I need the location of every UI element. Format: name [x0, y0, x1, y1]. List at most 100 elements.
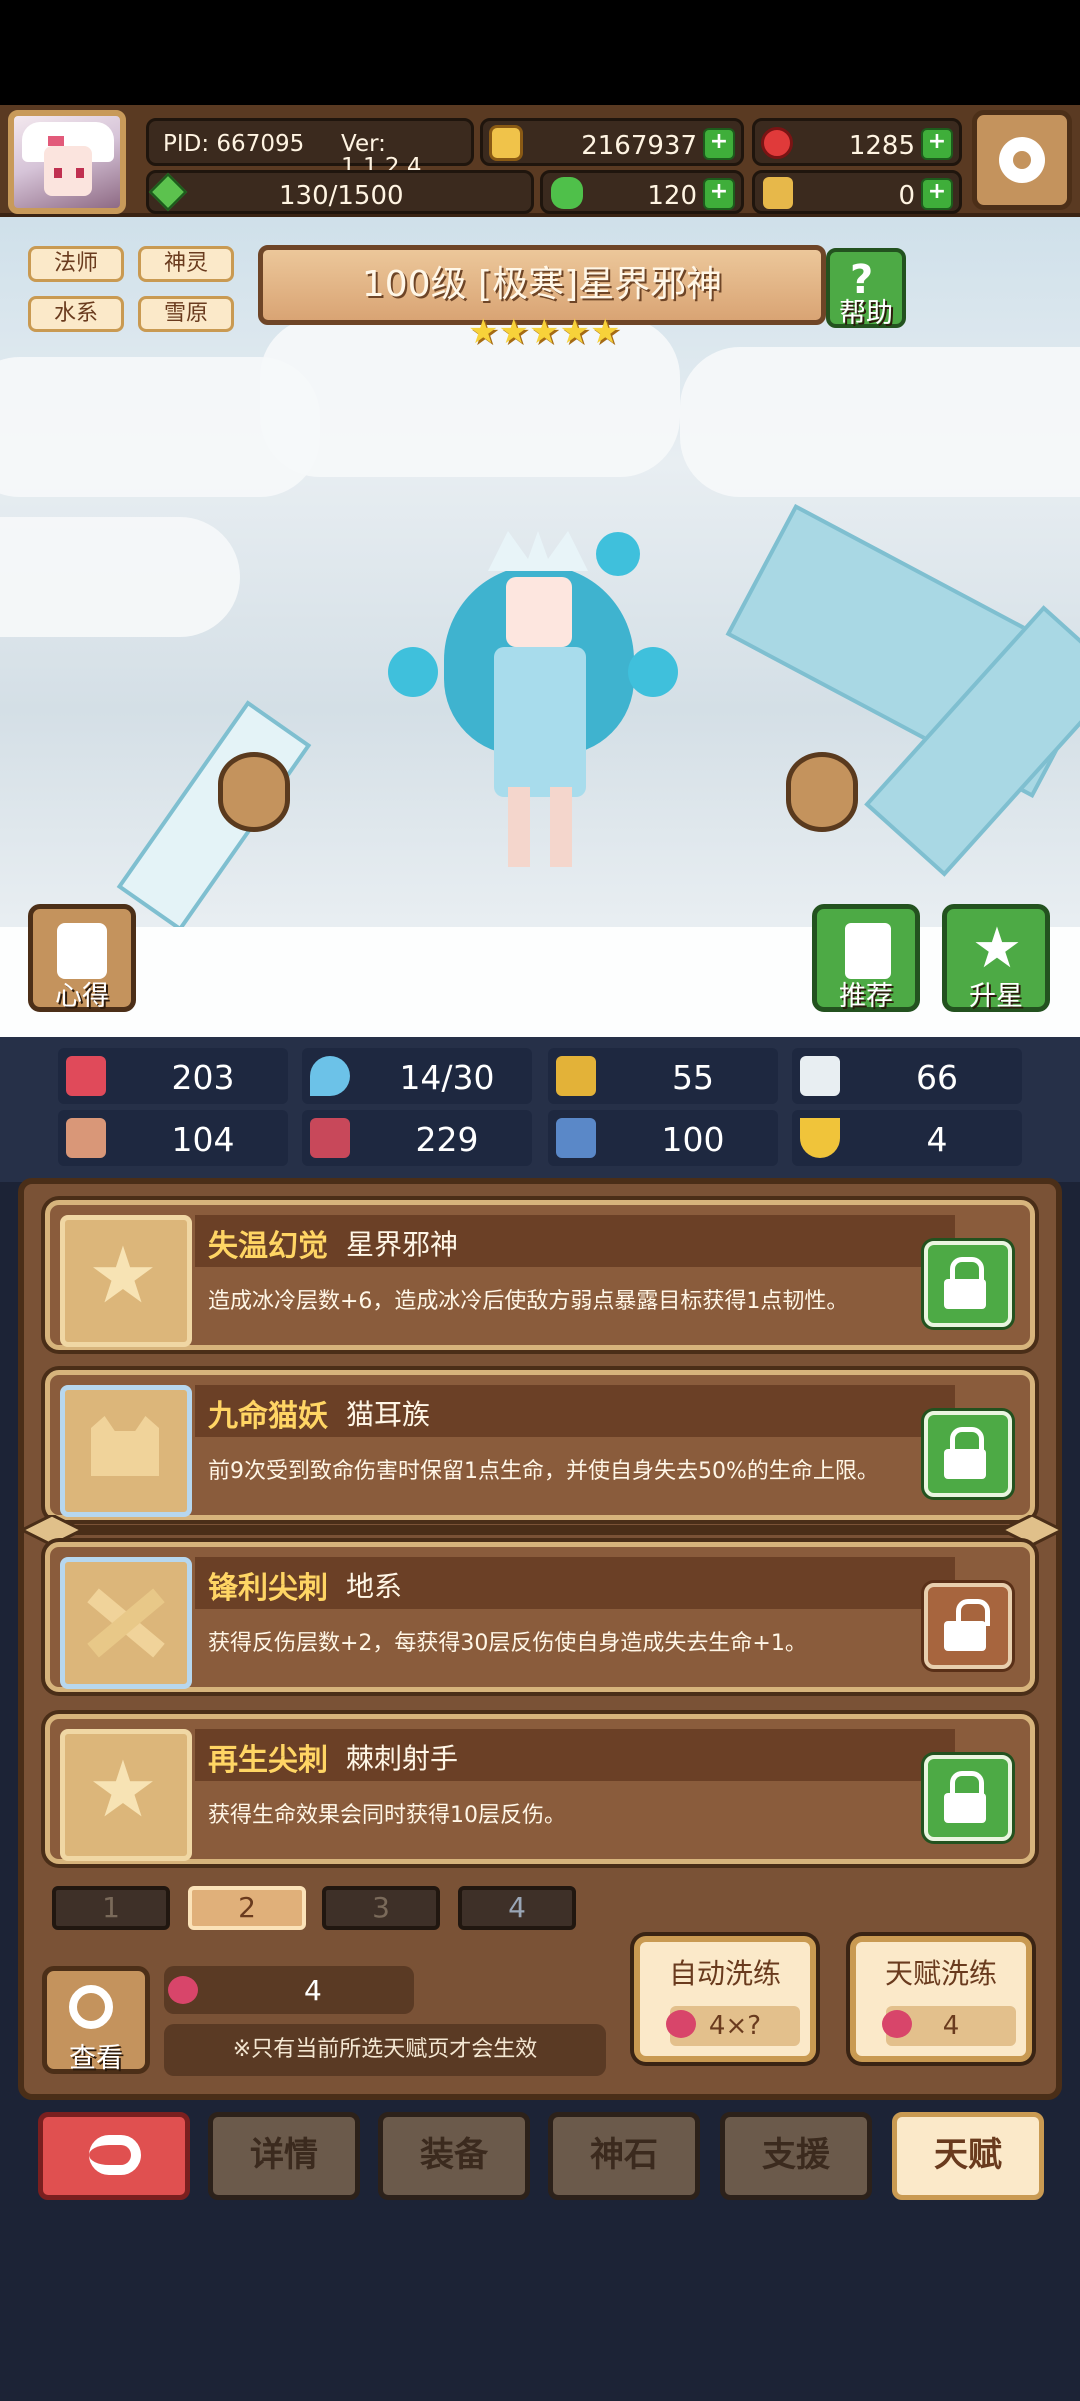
next-hero-arrow[interactable]: [786, 752, 858, 832]
token-panel: 0 +: [752, 170, 962, 214]
fruit-icon: [666, 2010, 696, 2038]
token-plus-button[interactable]: +: [921, 178, 953, 210]
talent-card-2[interactable]: 九命猫妖 猫耳族 前9次受到致命伤害时保留1点生命，并使自身失去50%的生命上限…: [45, 1370, 1035, 1520]
fruit-counter: 4: [164, 1966, 414, 2014]
settings-button[interactable]: [972, 110, 1072, 210]
player-avatar[interactable]: [8, 110, 126, 214]
nav-equipment[interactable]: 装备: [378, 2112, 530, 2200]
talent-desc: 前9次受到致命伤害时保留1点生命，并使自身失去50%的生命上限。: [208, 1459, 879, 1484]
nav-godstone[interactable]: 神石: [548, 2112, 700, 2200]
cat-icon: [60, 1385, 192, 1517]
talent-name: 失温幻觉: [208, 1229, 328, 1264]
talent-name: 再生尖刺: [208, 1743, 328, 1778]
gem-amount: 1285: [848, 131, 915, 161]
energy-icon: [148, 172, 188, 212]
clover-plus-button[interactable]: +: [703, 178, 735, 210]
fruit-icon: [168, 1976, 198, 2004]
star-icon: ★: [498, 312, 529, 352]
star-icon: ★: [559, 312, 590, 352]
page-divider: [22, 1515, 1062, 1545]
shield-icon: [556, 1056, 596, 1096]
heart-icon: [66, 1056, 106, 1096]
nav-support[interactable]: 支援: [720, 2112, 872, 2200]
talent-page-tab-2[interactable]: 2: [188, 1886, 306, 1930]
help-label: 帮助: [839, 298, 893, 329]
stat-magic: 229: [302, 1110, 532, 1166]
auto-wash-cost: 4×?: [708, 2011, 762, 2041]
wing-icon: [800, 1056, 840, 1096]
talent-race: 猫耳族: [346, 1398, 431, 1431]
recommend-button[interactable]: 推荐: [812, 904, 920, 1012]
pid-text: PID: 667095: [163, 131, 305, 157]
stat-mana: 14/30: [302, 1048, 532, 1104]
gem-panel: 1285 +: [752, 118, 962, 166]
star-icon: ★: [60, 1729, 192, 1861]
talent-desc: 获得反伤层数+2，每获得30层反伤使自身造成失去生命+1。: [208, 1631, 807, 1656]
gem-plus-button[interactable]: +: [921, 128, 953, 160]
talent-unlock-button[interactable]: [924, 1583, 1012, 1669]
gold-coin-icon: [489, 125, 523, 161]
nav-detail[interactable]: 详情: [208, 2112, 360, 2200]
auto-wash-title: 自动洗练: [668, 1957, 781, 1990]
talent-card-1[interactable]: ★ 失温幻觉 星界邪神 造成冰冷层数+6，造成冰冷后使敌方弱点暴露目标获得1点韧…: [45, 1200, 1035, 1350]
star-icon: ★: [468, 312, 499, 352]
stat-magnet: 4: [792, 1110, 1022, 1166]
boot-icon: [556, 1118, 596, 1158]
view-label: 查看: [69, 2043, 123, 2074]
tag-snowfield: 雪原: [138, 296, 234, 332]
talent-lock-button[interactable]: [924, 1241, 1012, 1327]
talent-lock-button[interactable]: [924, 1411, 1012, 1497]
stat-defense: 55: [548, 1048, 778, 1104]
star-icon: ★: [528, 312, 560, 352]
upstar-label: 升星: [969, 981, 1023, 1012]
fist-icon: [66, 1118, 106, 1158]
stat-attack: 104: [58, 1110, 288, 1166]
tag-mage: 法师: [28, 246, 124, 282]
view-button[interactable]: 查看: [42, 1966, 150, 2074]
talent-lock-button[interactable]: [924, 1755, 1012, 1841]
gold-amount: 2167937: [581, 131, 697, 161]
star-icon: ★: [60, 1215, 192, 1347]
magnifier-icon: [69, 1985, 113, 2029]
talent-card-3[interactable]: 锋利尖刺 地系 获得反伤层数+2，每获得30层反伤使自身造成失去生命+1。: [45, 1542, 1035, 1692]
auto-wash-button[interactable]: 自动洗练 4×?: [634, 1936, 816, 2062]
talent-page-tab-3[interactable]: 3: [322, 1886, 440, 1930]
insight-button[interactable]: 心得: [28, 904, 136, 1012]
magnet-icon: [800, 1118, 840, 1158]
talent-page-tab-1[interactable]: 1: [52, 1886, 170, 1930]
red-gem-icon: [761, 127, 793, 159]
prev-hero-arrow[interactable]: [218, 752, 290, 832]
tag-deity: 神灵: [138, 246, 234, 282]
hero-sprite[interactable]: [388, 531, 678, 867]
talent-wash-button[interactable]: 天赋洗练 4: [850, 1936, 1032, 2062]
talent-race: 星界邪神: [346, 1228, 459, 1261]
talent-page-tab-4[interactable]: 4: [458, 1886, 576, 1930]
gold-plus-button[interactable]: +: [703, 128, 735, 160]
stat-move: 100: [548, 1110, 778, 1166]
pid-version-panel: PID: 667095 Ver: 1.1.2.4: [146, 118, 474, 179]
clover-icon: [551, 177, 583, 209]
hero-star-rating: ★★★★★: [468, 312, 621, 352]
talent-race: 棘刺射手: [346, 1742, 459, 1775]
drop-icon: [310, 1056, 350, 1096]
insight-label: 心得: [55, 981, 109, 1012]
notebook-icon: [57, 923, 107, 979]
token-icon: [763, 177, 793, 209]
tag-water: 水系: [28, 296, 124, 332]
back-button[interactable]: [38, 2112, 190, 2200]
nav-talent[interactable]: 天赋: [892, 2112, 1044, 2200]
status-bar: [0, 0, 1080, 105]
talent-card-4[interactable]: ★ 再生尖刺 棘刺射手 获得生命效果会同时获得10层反伤。: [45, 1714, 1035, 1864]
energy-panel: 130/1500: [146, 170, 534, 214]
talent-desc: 造成冰冷层数+6，造成冰冷后使敌方弱点暴露目标获得1点韧性。: [208, 1289, 849, 1314]
stat-speed: 66: [792, 1048, 1022, 1104]
help-button[interactable]: ? 帮助: [826, 248, 906, 329]
talent-desc: 获得生命效果会同时获得10层反伤。: [208, 1803, 566, 1828]
star-icon: ★: [589, 312, 621, 352]
talent-page-note: ※只有当前所选天赋页才会生效: [164, 2024, 606, 2076]
token-amount: 0: [898, 181, 915, 211]
talent-wash-cost: 4: [942, 2011, 960, 2041]
back-arrow-icon: [89, 2135, 141, 2175]
thumbs-up-icon: [845, 923, 891, 979]
upstar-button[interactable]: ★ 升星: [942, 904, 1050, 1012]
